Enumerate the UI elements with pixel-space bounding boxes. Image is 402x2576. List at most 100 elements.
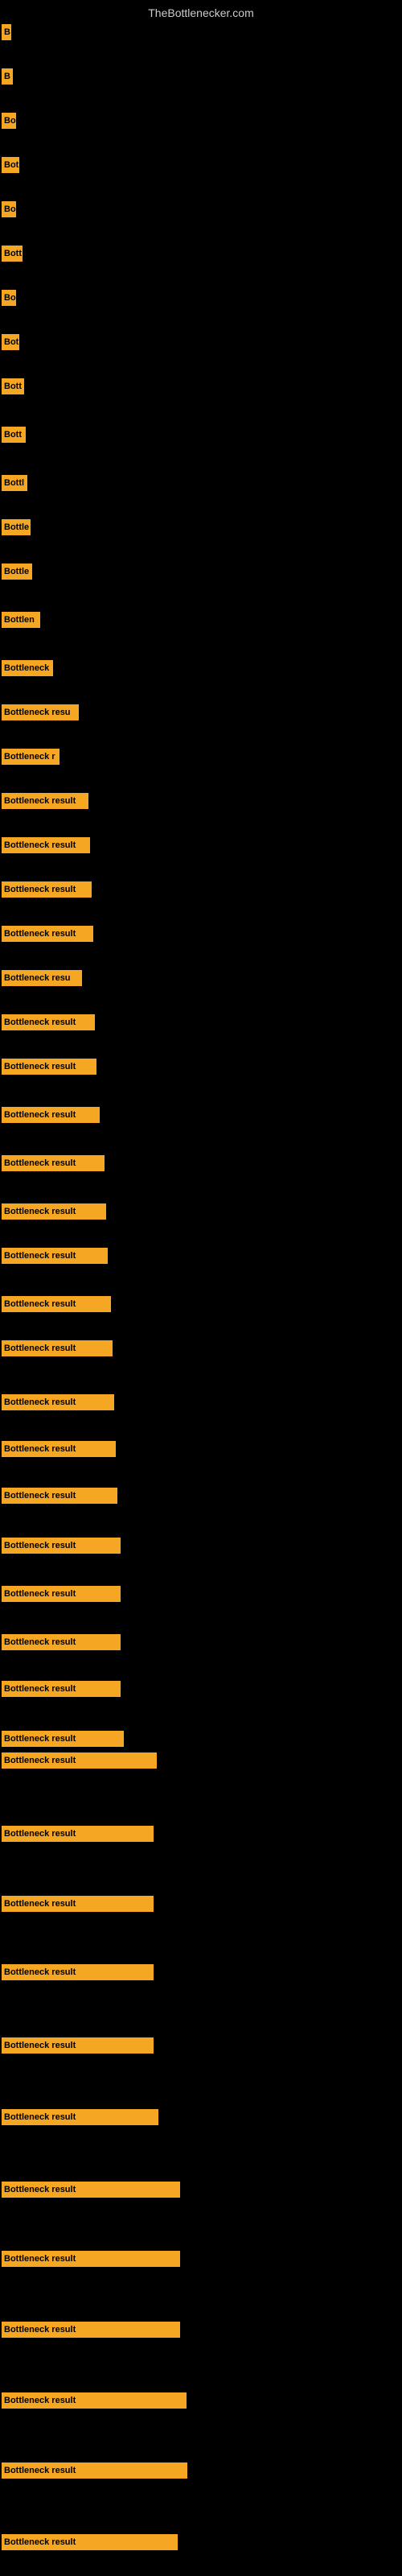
bar-label: Bottleneck r <box>2 749 59 765</box>
bar-label: Bottleneck <box>2 660 53 676</box>
bar-label: Bottleneck result <box>2 1203 106 1220</box>
bar-label: Bottleneck result <box>2 1441 116 1457</box>
bar-item: Bottleneck result <box>2 793 88 809</box>
bar-item: Bottleneck result <box>2 1248 108 1264</box>
bar-label: Bott <box>2 246 23 262</box>
bar-label: Bottleneck resu <box>2 704 79 720</box>
bar-item: Bottleneck result <box>2 1441 116 1457</box>
bar-item: Bottleneck result <box>2 1155 105 1171</box>
bar-item: Bottleneck result <box>2 1340 113 1356</box>
bar-label: Bottleneck result <box>2 1296 111 1312</box>
bar-label: Bottleneck resu <box>2 970 82 986</box>
bar-item: Bottleneck result <box>2 1394 114 1410</box>
bar-item: B <box>2 24 11 40</box>
bar-label: Bottleneck result <box>2 1248 108 1264</box>
bar-item: Bottleneck result <box>2 1586 121 1602</box>
bar-label: Bottleneck result <box>2 2037 154 2054</box>
bar-label: Bottleneck result <box>2 1826 154 1842</box>
bar-item: Bottleneck result <box>2 1538 121 1554</box>
bar-item: Bottl <box>2 475 27 491</box>
bar-label: Bottleneck result <box>2 2322 180 2338</box>
bar-item: Bo <box>2 113 16 129</box>
bar-item: Bottleneck result <box>2 881 92 898</box>
bar-item: Bott <box>2 378 24 394</box>
bar-label: Bottleneck result <box>2 2462 187 2479</box>
bar-label: Bottleneck result <box>2 793 88 809</box>
bar-label: Bottleneck result <box>2 1488 117 1504</box>
bar-label: Bottleneck result <box>2 1014 95 1030</box>
bar-label: Bottleneck result <box>2 1538 121 1554</box>
bar-item: Bot <box>2 157 19 173</box>
bar-item: Bottleneck result <box>2 1826 154 1842</box>
bar-label: Bottleneck result <box>2 1394 114 1410</box>
bar-label: Bo <box>2 113 16 129</box>
bar-label: Bottleneck result <box>2 881 92 898</box>
bar-item: Bottleneck resu <box>2 704 79 720</box>
bar-label: Bottl <box>2 475 27 491</box>
bar-label: Bottleneck result <box>2 1681 121 1697</box>
bar-item: Bo <box>2 201 16 217</box>
bar-label: Bottleneck result <box>2 1586 121 1602</box>
bar-item: Bottleneck result <box>2 1296 111 1312</box>
bar-item: Bottleneck result <box>2 1752 157 1769</box>
bar-label: Bottleneck result <box>2 1964 154 1980</box>
bar-label: Bott <box>2 378 24 394</box>
bar-item: Bottleneck result <box>2 926 93 942</box>
bar-label: Bot <box>2 157 19 173</box>
bar-item: Bo <box>2 290 16 306</box>
site-title: TheBottlenecker.com <box>0 0 402 23</box>
bar-label: B <box>2 68 13 85</box>
bar-label: B <box>2 24 11 40</box>
bar-item: B <box>2 68 13 85</box>
bar-item: Bottleneck result <box>2 2109 158 2125</box>
bar-item: Bottleneck result <box>2 1014 95 1030</box>
bar-label: Bottleneck result <box>2 2392 187 2409</box>
bar-label: Bottleneck result <box>2 1340 113 1356</box>
bar-item: Bott <box>2 246 23 262</box>
bar-item: Bot <box>2 334 19 350</box>
bar-item: Bottleneck result <box>2 2251 180 2267</box>
bar-item: Bottleneck result <box>2 1107 100 1123</box>
bar-item: Bottleneck result <box>2 2462 187 2479</box>
bar-label: Bottleneck result <box>2 1107 100 1123</box>
bar-item: Bottleneck result <box>2 1681 121 1697</box>
bar-item: Bottleneck result <box>2 1203 106 1220</box>
bar-item: Bottle <box>2 519 31 535</box>
bar-label: Bottleneck result <box>2 926 93 942</box>
bar-label: Bottleneck result <box>2 1752 157 1769</box>
bar-label: Bottleneck result <box>2 1059 96 1075</box>
bar-label: Bottle <box>2 564 32 580</box>
bar-item: Bottlen <box>2 612 40 628</box>
bar-item: Bottleneck result <box>2 1634 121 1650</box>
bar-label: Bo <box>2 290 16 306</box>
bar-item: Bottleneck result <box>2 2182 180 2198</box>
bar-item: Bottleneck result <box>2 2322 180 2338</box>
bar-label: Bo <box>2 201 16 217</box>
bar-item: Bottle <box>2 564 32 580</box>
bar-item: Bott <box>2 427 26 443</box>
bar-item: Bottleneck result <box>2 1731 124 1747</box>
bar-label: Bottleneck result <box>2 1896 154 1912</box>
bar-item: Bottleneck result <box>2 1059 96 1075</box>
bar-label: Bottleneck result <box>2 2109 158 2125</box>
bar-label: Bottleneck result <box>2 837 90 853</box>
bar-label: Bott <box>2 427 26 443</box>
bar-item: Bottleneck r <box>2 749 59 765</box>
bar-item: Bottleneck result <box>2 2037 154 2054</box>
bar-item: Bottleneck resu <box>2 970 82 986</box>
bar-label: Bottleneck result <box>2 2182 180 2198</box>
bar-label: Bottleneck result <box>2 2534 178 2550</box>
bar-item: Bottleneck <box>2 660 53 676</box>
bar-label: Bottlen <box>2 612 40 628</box>
bar-item: Bottleneck result <box>2 837 90 853</box>
bar-item: Bottleneck result <box>2 2534 178 2550</box>
bar-label: Bot <box>2 334 19 350</box>
bar-label: Bottle <box>2 519 31 535</box>
bar-item: Bottleneck result <box>2 1488 117 1504</box>
bar-label: Bottleneck result <box>2 1731 124 1747</box>
bar-item: Bottleneck result <box>2 1896 154 1912</box>
bar-item: Bottleneck result <box>2 2392 187 2409</box>
bar-label: Bottleneck result <box>2 1155 105 1171</box>
bar-item: Bottleneck result <box>2 1964 154 1980</box>
bar-label: Bottleneck result <box>2 1634 121 1650</box>
